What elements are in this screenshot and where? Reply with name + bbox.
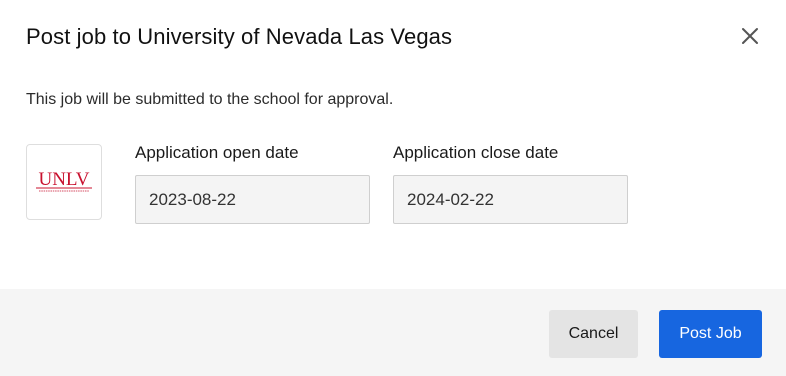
open-date-input[interactable] xyxy=(135,175,370,224)
school-logo: UNLV xyxy=(26,144,102,220)
open-date-label: Application open date xyxy=(135,143,299,162)
logo-text: UNLV xyxy=(38,169,89,190)
post-job-dialog: Post job to University of Nevada Las Veg… xyxy=(0,0,786,376)
cancel-button[interactable]: Cancel xyxy=(549,310,638,358)
post-job-button[interactable]: Post Job xyxy=(659,310,762,358)
dialog-description: This job will be submitted to the school… xyxy=(26,91,394,108)
close-date-label: Application close date xyxy=(393,143,559,162)
dialog-title: Post job to University of Nevada Las Veg… xyxy=(26,24,453,49)
close-icon xyxy=(741,27,759,45)
unlv-logo-graphic: UNLV xyxy=(36,169,92,192)
close-button[interactable] xyxy=(735,22,765,50)
close-date-input[interactable] xyxy=(393,175,628,224)
